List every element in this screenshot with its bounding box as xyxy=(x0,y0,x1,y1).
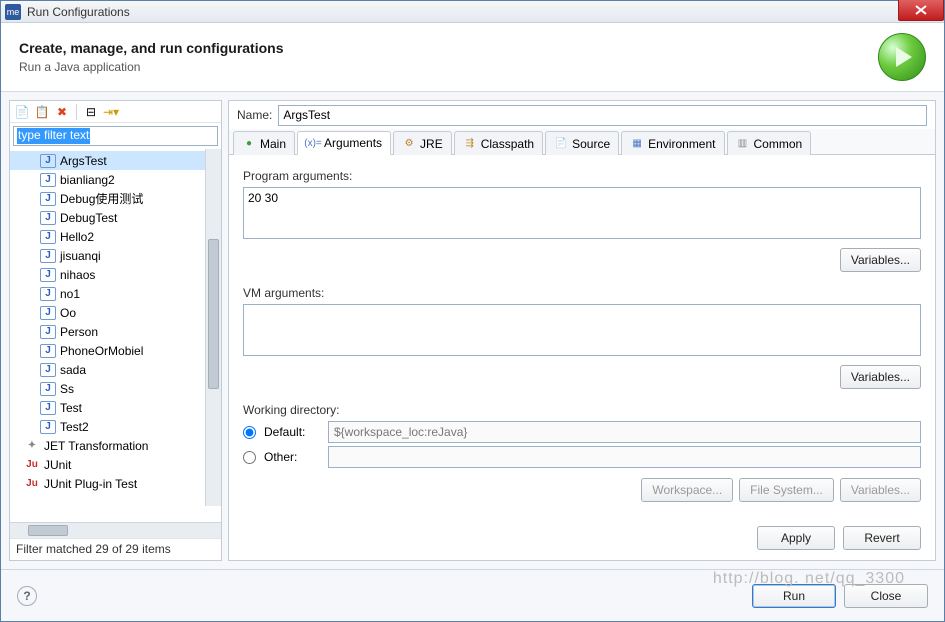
working-dir-label: Working directory: xyxy=(243,403,921,417)
tree-item-debugtest[interactable]: JDebugTest xyxy=(10,208,221,227)
vertical-scrollbar[interactable] xyxy=(205,149,221,506)
window-close-button[interactable] xyxy=(898,0,944,21)
tree-item-no1[interactable]: Jno1 xyxy=(10,284,221,303)
wd-other-value xyxy=(328,446,921,468)
program-args-input[interactable] xyxy=(243,187,921,239)
java-icon: J xyxy=(40,249,56,263)
java-icon: J xyxy=(40,268,56,282)
tree-item-test2[interactable]: JTest2 xyxy=(10,417,221,436)
name-label: Name: xyxy=(237,108,272,122)
tree-item-hello2[interactable]: JHello2 xyxy=(10,227,221,246)
collapse-icon[interactable]: ⊟ xyxy=(83,104,99,120)
tab-common[interactable]: ▥Common xyxy=(727,131,812,155)
java-icon: J xyxy=(40,420,56,434)
ju-icon: Ju xyxy=(24,477,40,491)
tab-main[interactable]: ●Main xyxy=(233,131,295,155)
arguments-tab-body: Program arguments: Variables... VM argum… xyxy=(229,155,935,516)
wd-other-label: Other: xyxy=(264,450,320,464)
titlebar-title: Run Configurations xyxy=(27,5,130,19)
arguments-tab-icon: (x)= xyxy=(306,136,320,150)
ju-icon: Ju xyxy=(24,458,40,472)
common-tab-icon: ▥ xyxy=(736,137,750,151)
name-input[interactable] xyxy=(278,105,927,126)
tree-item-sada[interactable]: Jsada xyxy=(10,360,221,379)
header-title: Create, manage, and run configurations xyxy=(19,40,284,56)
java-icon: J xyxy=(40,363,56,377)
main-tab-icon: ● xyxy=(242,137,256,151)
tab-arguments[interactable]: (x)=Arguments xyxy=(297,131,391,155)
source-tab-icon: 📄 xyxy=(554,137,568,151)
tree-category-junit-plug-in-test[interactable]: JuJUnit Plug-in Test xyxy=(10,474,221,493)
vm-variables-button[interactable]: Variables... xyxy=(840,365,921,389)
close-button[interactable]: Close xyxy=(844,584,928,608)
program-variables-button[interactable]: Variables... xyxy=(840,248,921,272)
tree-item-debug使用测试[interactable]: JDebug使用测试 xyxy=(10,189,221,208)
tree-item-argstest[interactable]: JArgsTest xyxy=(10,151,221,170)
new-config-icon[interactable]: 📄 xyxy=(14,104,30,120)
java-icon: J xyxy=(40,154,56,168)
java-icon: J xyxy=(40,382,56,396)
tab-environment[interactable]: ▦Environment xyxy=(621,131,724,155)
tab-source[interactable]: 📄Source xyxy=(545,131,619,155)
filter-input[interactable] xyxy=(13,126,218,146)
filter-icon[interactable]: ⇥▾ xyxy=(103,104,119,120)
wd-default-radio[interactable] xyxy=(243,426,256,439)
config-tree[interactable]: JArgsTestJbianliang2JDebug使用测试JDebugTest… xyxy=(10,149,221,522)
help-icon[interactable]: ? xyxy=(17,586,37,606)
app-icon: me xyxy=(5,4,21,20)
java-icon: J xyxy=(40,401,56,415)
tab-classpath[interactable]: ⇶Classpath xyxy=(454,131,543,155)
wd-default-value xyxy=(328,421,921,443)
java-icon: J xyxy=(40,306,56,320)
titlebar: me Run Configurations xyxy=(1,1,944,23)
tree-item-bianliang2[interactable]: Jbianliang2 xyxy=(10,170,221,189)
java-icon: J xyxy=(40,211,56,225)
jet-icon: ✦ xyxy=(24,439,40,453)
tree-item-nihaos[interactable]: Jnihaos xyxy=(10,265,221,284)
program-args-label: Program arguments: xyxy=(243,169,921,183)
tree-item-oo[interactable]: JOo xyxy=(10,303,221,322)
java-icon: J xyxy=(40,325,56,339)
dialog-header: Create, manage, and run configurations R… xyxy=(1,23,944,92)
tabstrip: ●Main(x)=Arguments⚙JRE⇶Classpath📄Source▦… xyxy=(229,129,935,155)
tree-category-junit[interactable]: JuJUnit xyxy=(10,455,221,474)
run-icon xyxy=(878,33,926,81)
run-configurations-dialog: me Run Configurations Create, manage, an… xyxy=(0,0,945,622)
java-icon: J xyxy=(40,173,56,187)
header-subtitle: Run a Java application xyxy=(19,60,284,74)
horizontal-scrollbar[interactable] xyxy=(10,522,221,538)
java-icon: J xyxy=(40,230,56,244)
environment-tab-icon: ▦ xyxy=(630,137,644,151)
wd-variables-button[interactable]: Variables... xyxy=(840,478,921,502)
tree-item-ss[interactable]: JSs xyxy=(10,379,221,398)
dialog-footer: ? Run Close xyxy=(1,569,944,621)
vm-args-label: VM arguments: xyxy=(243,286,921,300)
wd-workspace-button[interactable]: Workspace... xyxy=(641,478,733,502)
vm-args-input[interactable] xyxy=(243,304,921,356)
tree-item-jisuanqi[interactable]: Jjisuanqi xyxy=(10,246,221,265)
tree-item-test[interactable]: JTest xyxy=(10,398,221,417)
config-tree-pane: 📄 📋 ✖ ⊟ ⇥▾ type filter text JArgsTestJbi… xyxy=(9,100,222,561)
tab-jre[interactable]: ⚙JRE xyxy=(393,131,452,155)
java-icon: J xyxy=(40,192,56,206)
tree-category-jet-transformation[interactable]: ✦JET Transformation xyxy=(10,436,221,455)
duplicate-icon[interactable]: 📋 xyxy=(34,104,50,120)
wd-default-label: Default: xyxy=(264,425,320,439)
revert-button[interactable]: Revert xyxy=(843,526,921,550)
filter-status: Filter matched 29 of 29 items xyxy=(10,538,221,560)
java-icon: J xyxy=(40,287,56,301)
config-editor: Name: ●Main(x)=Arguments⚙JRE⇶Classpath📄S… xyxy=(228,100,936,561)
wd-other-radio[interactable] xyxy=(243,451,256,464)
jre-tab-icon: ⚙ xyxy=(402,137,416,151)
java-icon: J xyxy=(40,344,56,358)
classpath-tab-icon: ⇶ xyxy=(463,137,477,151)
wd-filesystem-button[interactable]: File System... xyxy=(739,478,834,502)
apply-button[interactable]: Apply xyxy=(757,526,835,550)
tree-toolbar: 📄 📋 ✖ ⊟ ⇥▾ xyxy=(10,101,221,123)
tree-item-person[interactable]: JPerson xyxy=(10,322,221,341)
delete-icon[interactable]: ✖ xyxy=(54,104,70,120)
close-icon xyxy=(915,5,927,15)
run-button[interactable]: Run xyxy=(752,584,836,608)
tree-item-phoneormobiel[interactable]: JPhoneOrMobiel xyxy=(10,341,221,360)
